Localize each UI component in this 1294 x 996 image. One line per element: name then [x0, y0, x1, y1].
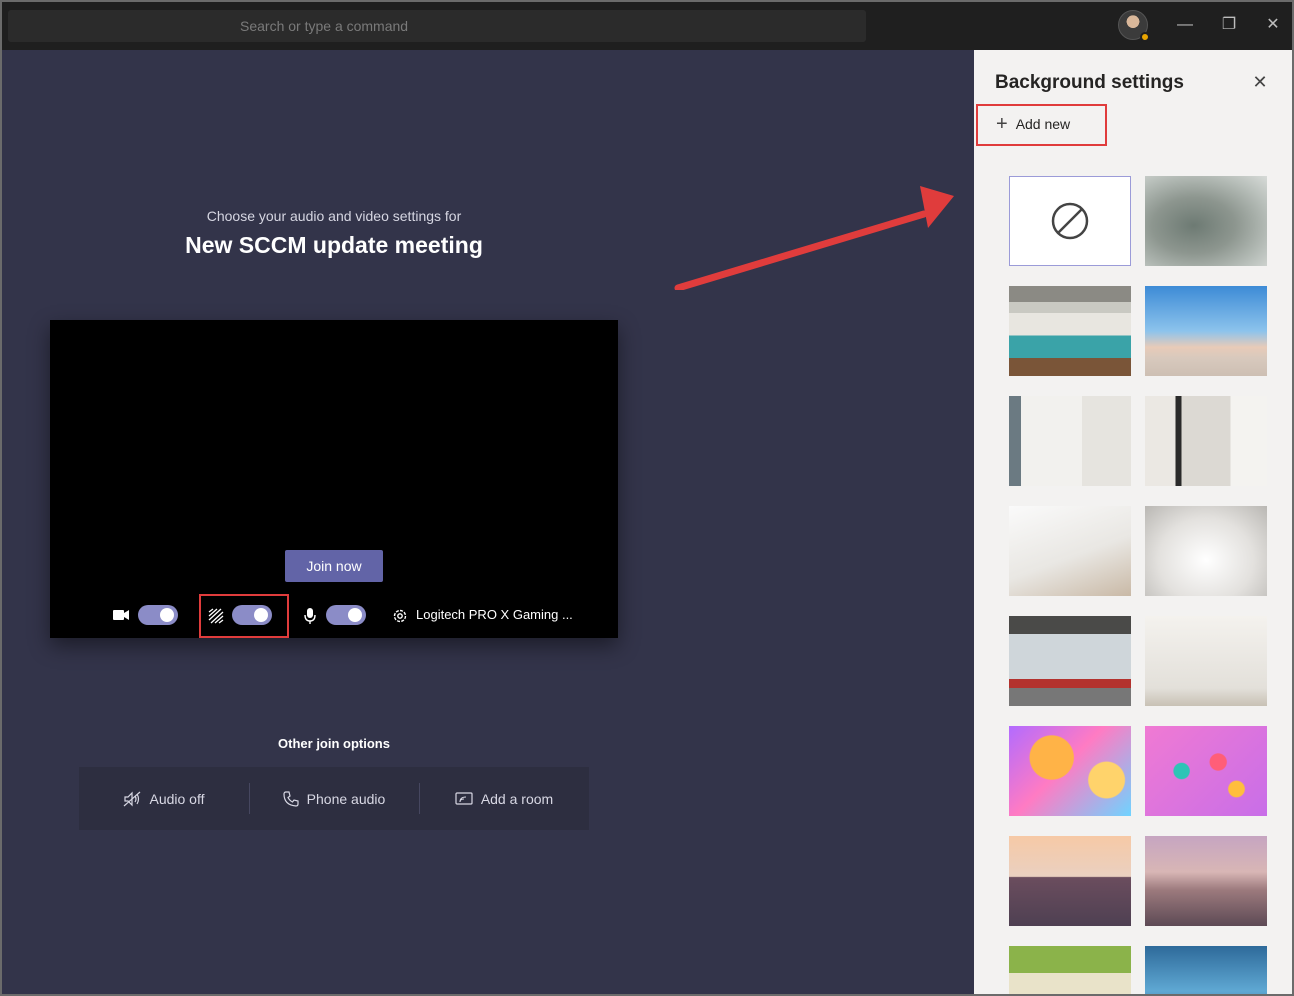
background-blur[interactable] — [1145, 176, 1267, 266]
camera-icon — [113, 610, 129, 620]
microphone-toggle[interactable] — [326, 605, 366, 625]
title-bar: Search or type a command — ❐ ✕ — [2, 2, 1292, 50]
video-preview: Join now Logitech PRO X Gaming ... — [50, 320, 618, 638]
prejoin-subtitle: Choose your audio and video settings for — [206, 208, 462, 224]
annotation-arrow — [674, 186, 954, 290]
teams-window: Search or type a command — ❐ ✕ Choose yo… — [0, 0, 1294, 996]
background-industrial-loft[interactable] — [1009, 616, 1131, 706]
background-beach-lifeguard[interactable] — [1145, 286, 1267, 376]
background-canyon-illustration[interactable] — [1145, 836, 1267, 926]
background-confetti-balls[interactable] — [1145, 726, 1267, 816]
window-close-button[interactable]: ✕ — [1262, 14, 1284, 36]
phone-audio-label: Phone audio — [306, 790, 386, 807]
background-plain-room[interactable] — [1145, 616, 1267, 706]
maximize-button[interactable]: ❐ — [1218, 14, 1240, 36]
background-colorful-balloons[interactable] — [1009, 726, 1131, 816]
add-room-option[interactable]: Add a room — [419, 767, 589, 830]
audio-off-label: Audio off — [149, 790, 205, 807]
phone-icon — [283, 790, 299, 807]
background-golden-gate-illustration[interactable] — [1009, 836, 1131, 926]
background-none[interactable] — [1009, 176, 1131, 266]
panel-close-icon[interactable]: ✕ — [1250, 72, 1270, 92]
search-box[interactable]: Search or type a command — [8, 10, 866, 42]
annotation-box-add-new — [976, 104, 1107, 146]
background-arcade-room[interactable] — [1145, 946, 1267, 994]
minimize-button[interactable]: — — [1174, 14, 1196, 36]
room-cast-icon — [455, 791, 473, 805]
meeting-title: New SCCM update meeting — [185, 232, 483, 258]
presence-badge-icon — [1140, 32, 1150, 42]
gear-icon[interactable] — [391, 607, 409, 625]
background-white-studio[interactable] — [1145, 506, 1267, 596]
background-white-room-window[interactable] — [1009, 396, 1131, 486]
panel-title: Background settings — [995, 72, 1184, 93]
annotation-box-background-toggle — [199, 594, 289, 638]
camera-toggle[interactable] — [138, 605, 178, 625]
audio-off-option[interactable]: Audio off — [79, 767, 249, 830]
background-settings-panel: Background settings ✕ + Add new — [974, 50, 1292, 994]
other-join-options-label: Other join options — [278, 736, 390, 751]
background-white-loft[interactable] — [1009, 506, 1131, 596]
audio-device-label[interactable]: Logitech PRO X Gaming ... — [416, 607, 573, 622]
prejoin-stage: Choose your audio and video settings for… — [2, 50, 974, 994]
join-now-button[interactable]: Join now — [285, 550, 383, 582]
no-background-icon — [1051, 202, 1089, 240]
background-office-lockers[interactable] — [1009, 286, 1131, 376]
other-join-options: Audio off Phone audio Add a room — [79, 767, 589, 830]
phone-audio-option[interactable]: Phone audio — [249, 767, 419, 830]
microphone-icon — [304, 608, 316, 624]
speaker-muted-icon — [124, 791, 141, 806]
background-white-room-doorway[interactable] — [1145, 396, 1267, 486]
background-game-room[interactable] — [1009, 946, 1131, 994]
add-room-label: Add a room — [480, 790, 554, 807]
search-placeholder[interactable]: Search or type a command — [240, 18, 408, 34]
